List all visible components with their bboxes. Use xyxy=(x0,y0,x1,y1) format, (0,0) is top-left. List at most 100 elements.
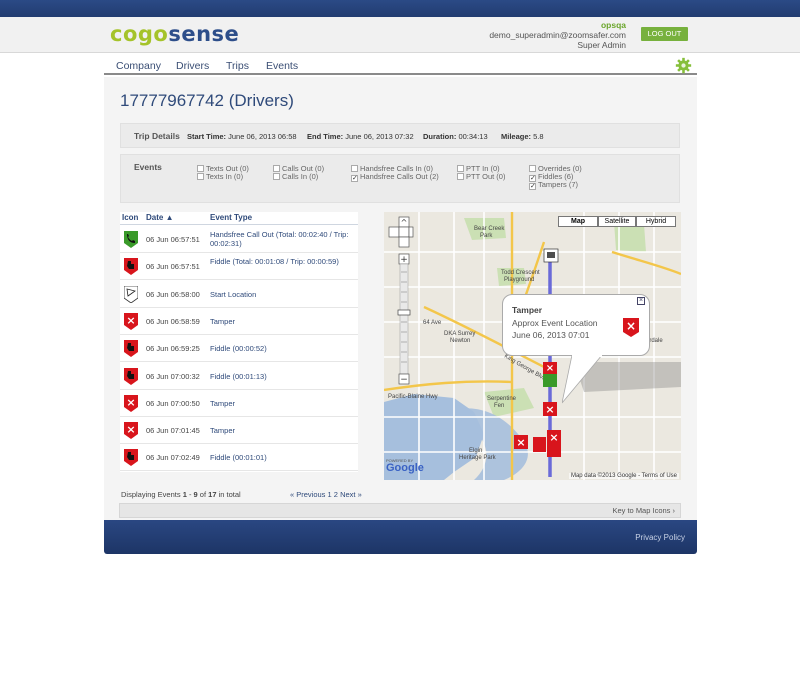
svg-text:×: × xyxy=(126,423,135,436)
event-filter-checkbox[interactable]: Texts In (0) xyxy=(197,172,243,181)
checkbox-unchecked[interactable] xyxy=(351,165,358,172)
table-row[interactable]: 06 Jun 07:02:49 Fiddle (00:01:01) xyxy=(120,444,358,472)
popup-tail xyxy=(562,355,603,404)
paging-prefix: Displaying Events xyxy=(121,490,183,499)
checkbox-unchecked[interactable] xyxy=(273,173,280,180)
row-event-type[interactable]: Tamper xyxy=(210,317,356,326)
col-header-event-type[interactable]: Event Type xyxy=(210,213,252,222)
table-row[interactable]: 06 Jun 06:58:00 Start Location xyxy=(120,281,358,308)
event-filter-checkbox[interactable]: Calls In (0) xyxy=(273,172,318,181)
privacy-policy-link[interactable]: Privacy Policy xyxy=(635,533,685,542)
row-event-type[interactable]: Fiddle (00:00:52) xyxy=(210,344,356,353)
handsfree-icon xyxy=(124,231,138,248)
pager: « Previous 1 2 Next » xyxy=(290,490,362,499)
header-divider xyxy=(120,224,358,225)
page-title: 17777967742 (Drivers) xyxy=(120,91,294,110)
event-filter-checkbox[interactable]: ✓ Tampers (7) xyxy=(529,180,578,190)
gear-icon[interactable] xyxy=(675,57,692,74)
row-event-type[interactable]: Start Location xyxy=(210,290,356,299)
events-filter-heading: Events xyxy=(134,162,162,172)
key-to-map-icons[interactable]: Key to Map Icons › xyxy=(119,503,681,518)
table-row[interactable]: 06 Jun 06:59:25 Fiddle (00:00:52) xyxy=(120,335,358,363)
nav-events[interactable]: Events xyxy=(266,60,298,72)
popup-close-icon[interactable]: × xyxy=(637,297,645,305)
row-event-type[interactable]: Fiddle (Total: 00:01:08 / Trip: 00:00:59… xyxy=(210,257,356,266)
row-event-type[interactable]: Handsfree Call Out (Total: 00:02:40 / Tr… xyxy=(210,230,356,248)
map-attribution[interactable]: Map data ©2013 Google - Terms of Use xyxy=(568,473,679,479)
tamper-icon: × xyxy=(124,312,138,330)
paging-total: 17 xyxy=(208,490,217,499)
trip-duration: Duration: 00:34:13 xyxy=(423,132,488,141)
user-email: demo_superadmin@zoomsafer.com xyxy=(489,30,626,40)
map-label-pacific-blaine: Pacific-Blaine Hwy xyxy=(388,394,438,400)
row-event-type[interactable]: Tamper xyxy=(210,426,356,435)
svg-text:×: × xyxy=(545,403,554,416)
table-row[interactable]: × 06 Jun 07:01:45 Tamper xyxy=(120,417,358,445)
row-date: 06 Jun 06:58:00 xyxy=(146,289,200,299)
pager-page-1[interactable]: 1 xyxy=(328,490,332,499)
row-event-type[interactable]: Fiddle (00:01:01) xyxy=(210,453,356,462)
row-date: 06 Jun 07:02:49 xyxy=(146,453,200,463)
tamper-icon: × xyxy=(124,394,138,412)
nav-trips[interactable]: Trips xyxy=(226,60,249,72)
event-filter-checkbox[interactable]: ✓ Handsfree Calls Out (2) xyxy=(351,172,439,182)
user-org: opsqa xyxy=(600,20,626,30)
pager-page-2[interactable]: 2 xyxy=(334,490,338,499)
checkbox-unchecked[interactable] xyxy=(457,173,464,180)
start-icon xyxy=(123,285,139,304)
google-wordmark: Google xyxy=(386,462,424,474)
checkbox-unchecked[interactable] xyxy=(273,165,280,172)
pager-next[interactable]: Next » xyxy=(340,490,362,499)
trip-mileage-label: Mileage: xyxy=(501,132,532,141)
google-logo[interactable]: POWERED BY Google xyxy=(386,458,424,474)
col-header-date[interactable]: Date ▲ xyxy=(146,213,173,222)
fiddle-icon xyxy=(124,367,138,385)
fiddle-icon xyxy=(124,258,138,276)
svg-text:−: − xyxy=(400,375,408,385)
map-type-map[interactable]: Map xyxy=(558,216,598,227)
svg-text:×: × xyxy=(516,436,525,449)
popup-line-2: June 06, 2013 07:01 xyxy=(512,330,590,340)
map-label-todd: Todd Crescent xyxy=(501,270,540,276)
trip-start: Start Time: June 06, 2013 06:58 xyxy=(187,132,297,141)
checkbox-unchecked[interactable] xyxy=(529,165,536,172)
checkbox-checked[interactable]: ✓ xyxy=(351,175,358,182)
cogosense-logo[interactable]: cogosense xyxy=(110,22,239,46)
map-zoom-control[interactable]: ^ + − xyxy=(384,212,414,387)
row-date: 06 Jun 06:58:59 xyxy=(146,316,200,326)
pager-previous[interactable]: « Previous xyxy=(290,490,325,499)
table-row[interactable]: × 06 Jun 06:58:59 Tamper xyxy=(120,308,358,335)
table-row[interactable]: 06 Jun 06:57:51 Handsfree Call Out (Total… xyxy=(120,226,358,253)
nav-drivers[interactable]: Drivers xyxy=(176,60,209,72)
checkbox-checked[interactable]: ✓ xyxy=(529,183,536,190)
page: Company Drivers Trips Events 17777967742… xyxy=(104,53,697,520)
checkbox-unchecked[interactable] xyxy=(197,173,204,180)
table-row[interactable]: × 06 Jun 07:00:50 Tamper xyxy=(120,390,358,417)
row-event-type[interactable]: Fiddle (00:01:13) xyxy=(210,372,356,381)
trip-end: End Time: June 06, 2013 07:32 xyxy=(307,132,414,141)
map-label-bear-creek: Bear Creek xyxy=(474,226,505,232)
trip-end-value: June 06, 2013 07:32 xyxy=(345,132,414,141)
checkbox-unchecked[interactable] xyxy=(457,165,464,172)
event-filter-checkbox[interactable]: PTT Out (0) xyxy=(457,172,505,181)
table-row[interactable]: 06 Jun 06:57:51 Fiddle (Total: 00:01:08 /… xyxy=(120,253,358,281)
col-header-icon: Icon xyxy=(122,213,139,222)
map-type-hybrid[interactable]: Hybrid xyxy=(636,216,676,227)
row-date: 06 Jun 07:00:50 xyxy=(146,398,200,408)
user-info: opsqa demo_superadmin@zoomsafer.com Supe… xyxy=(489,20,626,50)
event-filter-label: PTT Out (0) xyxy=(466,172,506,181)
top-strip xyxy=(0,0,800,17)
map-label-fen: Fen xyxy=(494,403,504,409)
checkbox-unchecked[interactable] xyxy=(197,165,204,172)
row-event-type[interactable]: Tamper xyxy=(210,399,356,408)
trip-mileage-value: 5.8 xyxy=(533,132,544,141)
map-label-dka: DKA Surrey xyxy=(444,331,475,337)
map[interactable]: Bear Creek Park Todd Crescent Playground… xyxy=(384,212,681,480)
map-type-satellite[interactable]: Satellite xyxy=(598,216,636,227)
svg-text:^: ^ xyxy=(401,218,408,227)
table-row[interactable]: 06 Jun 07:00:32 Fiddle (00:01:13) xyxy=(120,363,358,390)
nav-company[interactable]: Company xyxy=(116,60,161,72)
svg-text:+: + xyxy=(400,255,408,265)
trip-mileage: Mileage: 5.8 xyxy=(501,132,544,141)
logout-button[interactable]: LOG OUT xyxy=(641,27,688,41)
